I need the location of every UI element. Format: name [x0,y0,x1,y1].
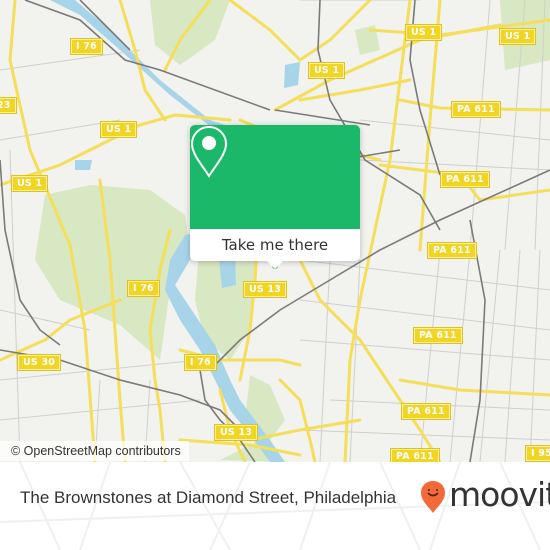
take-me-there-button[interactable]: Take me there [190,229,360,261]
park-north [150,0,230,65]
moovit-pin-icon [421,481,445,513]
popup-tail [267,261,283,269]
road-shield-us30: US 30 [18,355,61,370]
road-shield-us13: US 13 [215,425,258,440]
road-shield-pa611: PA 611 [428,243,476,258]
road-shield-pa611: PA 611 [414,328,462,343]
road-shield-23: 23 [0,98,16,113]
road-shield-us1: US 1 [12,176,48,191]
road-shield-pa611: PA 611 [441,172,489,187]
map-attribution[interactable]: © OpenStreetMap contributors [0,441,189,461]
road-shield-i76: I 76 [128,281,159,296]
moovit-logo[interactable]: moovit [420,475,550,518]
moovit-wordmark: moovit [449,475,550,514]
road-shield-us1: US 1 [309,63,345,78]
road-shield-pa611: PA 611 [452,102,500,117]
fairmount-park-west [35,185,190,360]
road-shield-us13: US 13 [244,282,287,297]
location-pin-icon [190,125,228,178]
road-shield-i95: I 95 [526,446,550,461]
road-shield-i76: I 76 [185,355,216,370]
popup-header [190,125,360,229]
road-shield-us1: US 1 [101,122,137,137]
place-name: The Brownstones at Diamond Street, Phila… [20,488,397,507]
pond-west [75,160,92,170]
road-shield-i76: I 76 [71,39,102,54]
road-shield-pa611: PA 611 [402,404,450,419]
road-shield-us1: US 1 [406,25,442,40]
road-shield-us1: US 1 [500,29,536,44]
map-view[interactable]: I 76 US 1 US 1 US 1 US 1 US 1 23 PA 611 … [0,0,550,462]
footer-bar: The Brownstones at Diamond Street, Phila… [0,462,550,550]
pond-north [284,62,300,88]
location-popup: Take me there [190,125,360,269]
road-shield-pa611: PA 611 [391,449,439,462]
